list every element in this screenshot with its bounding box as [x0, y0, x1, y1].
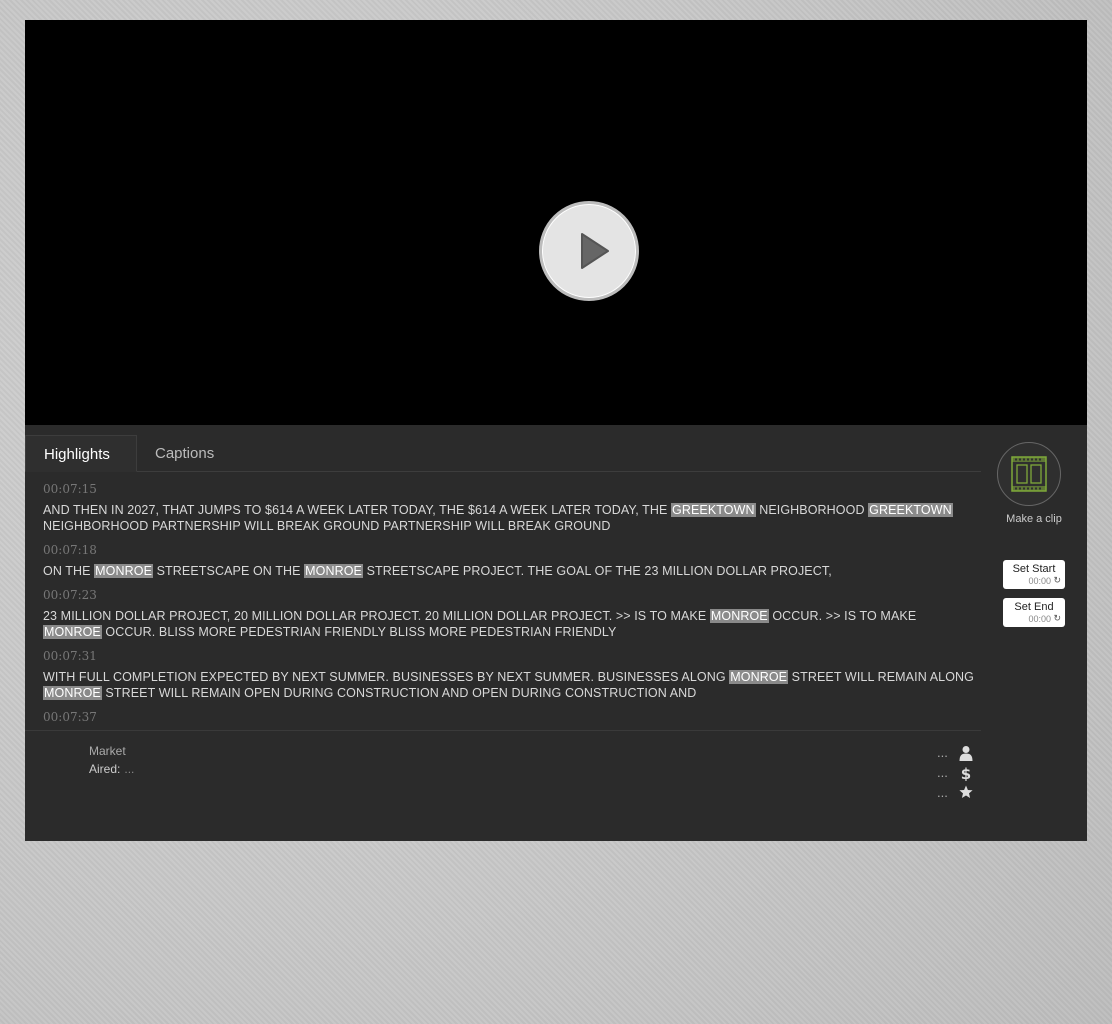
person-icon [959, 745, 973, 766]
video-area[interactable] [25, 20, 1087, 425]
set-end-label: Set End [1014, 601, 1054, 613]
caption-text: STREET WILL REMAIN OPEN DURING CONSTRUCT… [101, 686, 697, 700]
aired-field: Aired:... [89, 762, 134, 776]
caption-text: ON THE [43, 564, 95, 578]
caption-text: STREET WILL REMAIN ALONG [788, 670, 974, 684]
make-clip-label: Make a clip [1006, 513, 1062, 525]
make-clip-button[interactable] [997, 442, 1061, 506]
transcript-list[interactable]: 00:07:15 AND THEN IN 2027, THAT JUMPS TO … [25, 473, 981, 730]
caption-text: WITH FULL COMPLETION EXPECTED BY NEXT SU… [43, 670, 730, 684]
set-end-button[interactable]: Set End 00:00 ↻ [1003, 598, 1065, 627]
caption-line[interactable]: ON THE MONROE STREETSCAPE ON THE MONROE … [43, 563, 977, 579]
caption-text: STREETSCAPE ON THE [153, 564, 305, 578]
refresh-icon[interactable]: ↻ [1053, 613, 1061, 624]
caption-timestamp[interactable]: 00:07:37 [43, 710, 977, 724]
player-frame: Highlights Captions 00:07:15 AND THEN IN … [25, 20, 1087, 841]
person-value: ... [937, 745, 948, 760]
caption-text: STREETSCAPE PROJECT. THE GOAL OF THE 23 … [363, 564, 832, 578]
set-start-label: Set Start [1012, 563, 1056, 575]
caption-text: OCCUR. BLISS MORE PEDESTRIAN FRIENDLY BL… [101, 625, 617, 639]
caption-text: OCCUR. >> IS TO MAKE [768, 609, 917, 623]
caption-timestamp[interactable]: 00:07:23 [43, 588, 977, 602]
set-end-time: 00:00 [1028, 614, 1051, 624]
play-icon [581, 233, 609, 269]
aired-label: Aired: [89, 762, 121, 776]
meta-row-star: ... [925, 785, 975, 803]
tab-captions[interactable]: Captions [137, 435, 232, 472]
star-icon [959, 785, 973, 804]
program-info: Market Aired:... ... ... $ ... [25, 730, 981, 841]
dollar-icon: $ [959, 765, 973, 786]
caption-line[interactable]: WITH FULL COMPLETION EXPECTED BY NEXT SU… [43, 669, 977, 701]
caption-text: NEIGHBORHOOD [755, 503, 869, 517]
caption-timestamp[interactable]: 00:07:18 [43, 543, 977, 557]
caption-line[interactable]: AND THEN IN 2027, THAT JUMPS TO $614 A W… [43, 502, 977, 534]
set-start-time: 00:00 [1028, 576, 1051, 586]
aired-value: ... [124, 762, 135, 776]
meta-row-dollar: ... $ [925, 765, 975, 783]
keyword-highlight: MONROE [43, 686, 102, 700]
market-label: Market [89, 744, 126, 758]
keyword-highlight: GREEKTOWN [671, 503, 756, 517]
star-value: ... [937, 785, 948, 800]
set-start-button[interactable]: Set Start 00:00 ↻ [1003, 560, 1065, 589]
play-button[interactable] [539, 201, 639, 301]
caption-text: AND THEN IN 2027, THAT JUMPS TO $614 A W… [43, 503, 671, 517]
keyword-highlight: MONROE [709, 609, 769, 623]
transcript-panel: Highlights Captions 00:07:15 AND THEN IN … [25, 425, 981, 841]
caption-line[interactable]: 23 MILLION DOLLAR PROJECT, 20 MILLION DO… [43, 608, 977, 640]
refresh-icon[interactable]: ↻ [1053, 575, 1061, 586]
keyword-highlight: MONROE [43, 625, 102, 639]
dollar-value: ... [937, 765, 948, 780]
caption-text: 23 MILLION DOLLAR PROJECT, 20 MILLION DO… [43, 609, 710, 623]
caption-timestamp[interactable]: 00:07:31 [43, 649, 977, 663]
keyword-highlight: MONROE [729, 670, 789, 684]
svg-text:$: $ [961, 765, 971, 781]
caption-timestamp[interactable]: 00:07:15 [43, 482, 977, 496]
keyword-highlight: MONROE [94, 564, 154, 578]
caption-text: NEIGHBORHOOD PARTNERSHIP WILL BREAK GROU… [43, 519, 611, 533]
film-icon [1011, 456, 1047, 492]
meta-row-person: ... [925, 745, 975, 763]
tab-bar: Highlights Captions [25, 435, 981, 472]
keyword-highlight: MONROE [304, 564, 363, 578]
tab-highlights[interactable]: Highlights [25, 435, 137, 472]
keyword-highlight: GREEKTOWN [868, 503, 953, 517]
clip-sidebar: Make a clip Set Start 00:00 ↻ Set End 00… [981, 425, 1087, 841]
